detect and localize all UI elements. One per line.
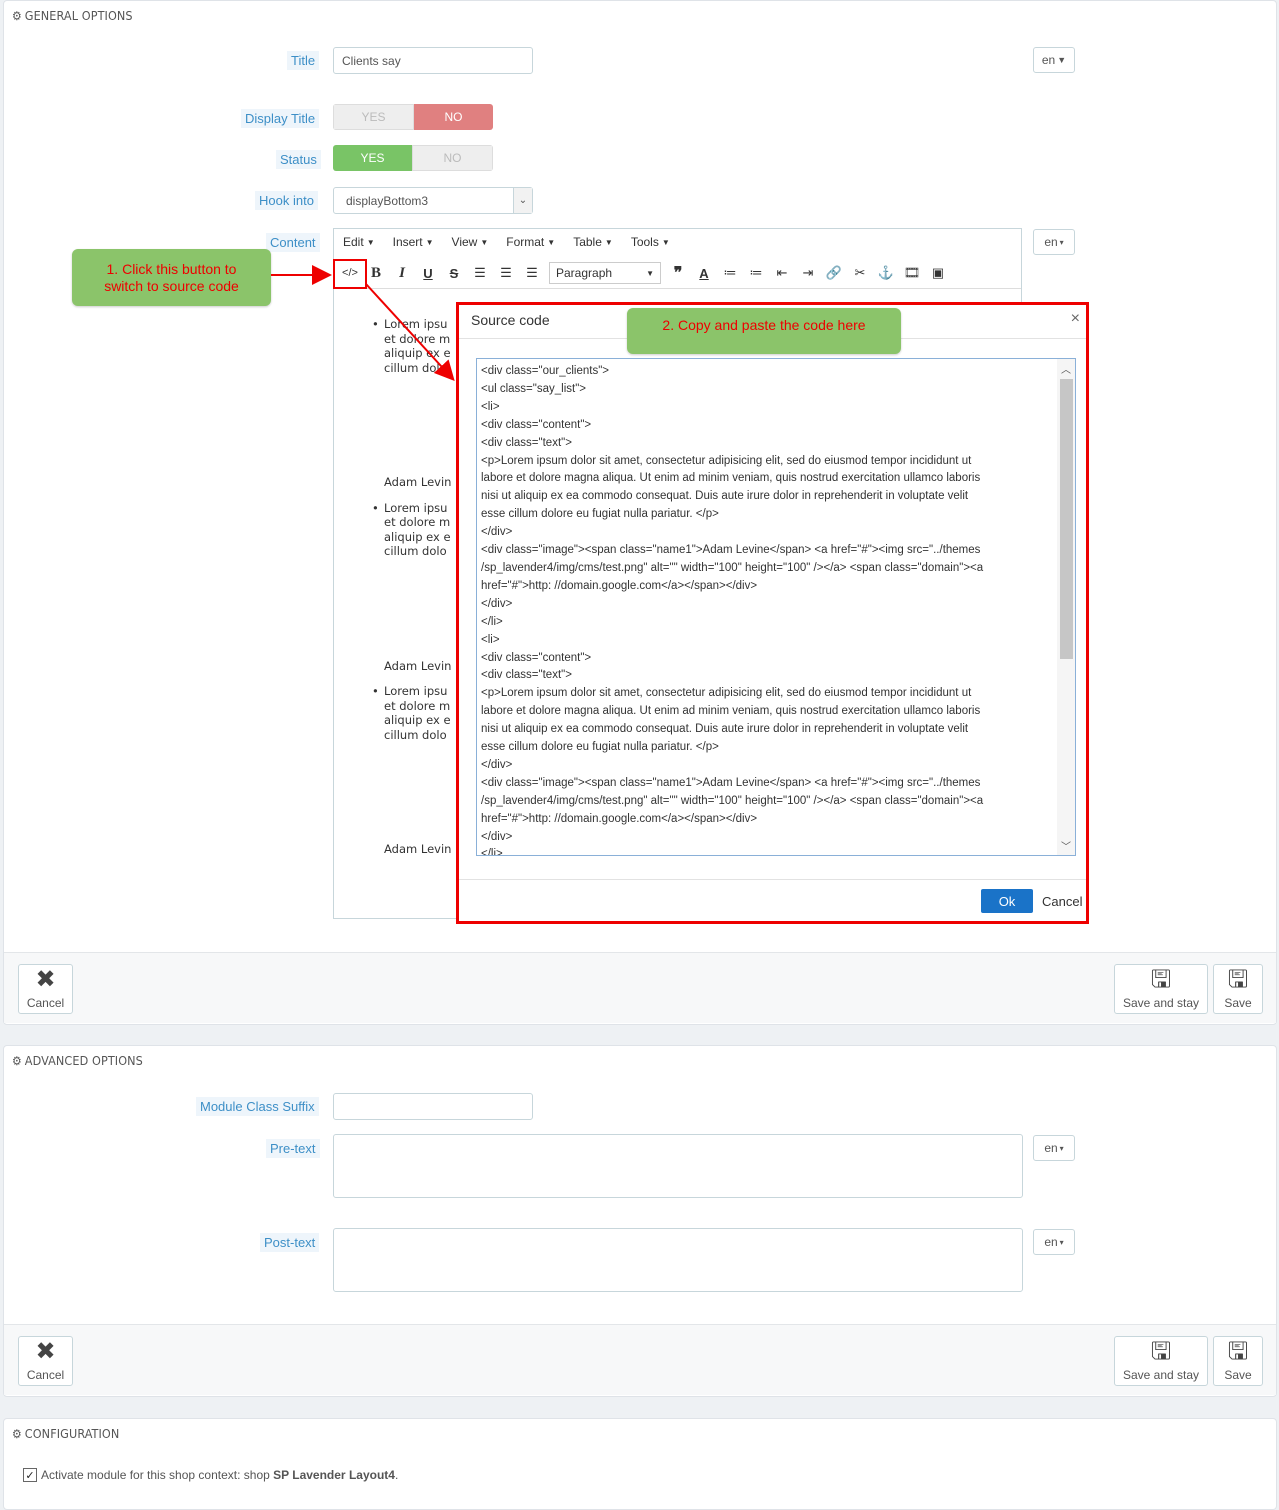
lang-label: en — [1044, 1235, 1058, 1249]
pre-text-label: Pre-text — [266, 1139, 320, 1158]
pre-text-textarea[interactable] — [333, 1134, 1023, 1198]
activate-suffix: . — [394, 1468, 399, 1482]
module-class-suffix-label: Module Class Suffix — [196, 1097, 319, 1116]
post-text-lang-button[interactable]: en ▾ — [1033, 1229, 1075, 1255]
caret-down-icon: ▾ — [1059, 1143, 1064, 1153]
activate-module-row: ✓ Activate module for this shop context:… — [23, 1468, 398, 1482]
save-button[interactable]: 🖫 Save — [1213, 1336, 1263, 1386]
arrow-to-dialog — [365, 283, 455, 381]
floppy-icon: 🖫 — [1150, 1338, 1172, 1365]
lang-label: en — [1044, 1141, 1058, 1155]
floppy-icon: 🖫 — [1227, 1338, 1249, 1365]
advanced-options-title: ADVANCED OPTIONS — [24, 1053, 143, 1068]
configuration-title: CONFIGURATION — [24, 1426, 120, 1441]
cogs-icon: ⚙ — [12, 1053, 22, 1068]
pre-text-lang-button[interactable]: en ▾ — [1033, 1135, 1075, 1161]
module-class-suffix-input[interactable] — [333, 1093, 533, 1120]
activate-checkbox[interactable]: ✓ — [23, 1468, 37, 1482]
configuration-heading: ⚙ CONFIGURATION — [12, 1426, 119, 1441]
advanced-options-panel: ⚙ ADVANCED OPTIONS ✖ Cancel 🖫 Save and s… — [3, 1045, 1277, 1397]
advanced-options-heading: ⚙ ADVANCED OPTIONS — [12, 1053, 143, 1068]
cancel-label: Cancel — [26, 1368, 65, 1382]
activate-text: Activate module for this shop context: s… — [41, 1468, 274, 1482]
save-label: Save — [1224, 1368, 1252, 1382]
close-icon: ✖ — [35, 1338, 56, 1365]
cogs-icon: ⚙ — [12, 1426, 22, 1441]
cancel-button[interactable]: ✖ Cancel — [18, 1336, 73, 1386]
save-and-stay-button[interactable]: 🖫 Save and stay — [1114, 1336, 1208, 1386]
configuration-panel: ⚙ CONFIGURATION — [3, 1418, 1277, 1510]
advanced-footer-bar: ✖ Cancel 🖫 Save and stay 🖫 Save — [4, 1324, 1276, 1395]
save-and-stay-label: Save and stay — [1122, 1368, 1200, 1382]
post-text-label: Post-text — [260, 1233, 320, 1252]
post-text-textarea[interactable] — [333, 1228, 1023, 1292]
caret-down-icon: ▾ — [1059, 1237, 1064, 1247]
shop-name: SP Lavender Layout4 — [273, 1468, 395, 1482]
